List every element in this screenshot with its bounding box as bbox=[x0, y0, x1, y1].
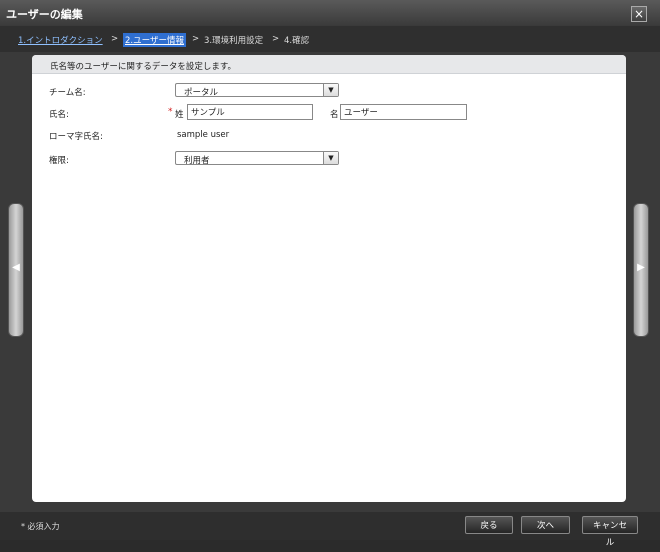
step-confirm: 4.確認 bbox=[284, 36, 310, 46]
arrow-right-icon: ▶ bbox=[637, 262, 645, 273]
title-bar: ユーザーの編集 × bbox=[0, 0, 660, 26]
form-description-bar: 氏名等のユーザーに関するデータを設定します。 bbox=[32, 55, 626, 74]
arrow-left-icon: ◀ bbox=[12, 262, 20, 273]
team-select[interactable]: ポータル ▼ bbox=[175, 83, 339, 98]
wizard-steps: 1.イントロダクション > 2.ユーザー情報 > 3.環境利用設定 > 4.確認 bbox=[0, 26, 660, 52]
back-button[interactable]: 戻る bbox=[465, 516, 513, 534]
permission-select-value: 利用者 bbox=[184, 156, 210, 166]
step-separator: > bbox=[272, 34, 280, 44]
romaji-name-label: ローマ字氏名: bbox=[49, 132, 103, 142]
first-name-label: 名 bbox=[330, 110, 339, 120]
next-page-button[interactable]: ▶ bbox=[633, 203, 649, 337]
dialog-title: ユーザーの編集 bbox=[6, 8, 83, 21]
chevron-down-icon: ▼ bbox=[323, 152, 338, 164]
step-environment-settings: 3.環境利用設定 bbox=[204, 36, 264, 46]
step-separator: > bbox=[111, 34, 119, 44]
chevron-down-icon: ▼ bbox=[323, 84, 338, 96]
form-panel bbox=[32, 55, 626, 502]
step-separator: > bbox=[192, 34, 200, 44]
step-user-info[interactable]: 2.ユーザー情報 bbox=[123, 33, 186, 47]
last-name-field[interactable] bbox=[187, 104, 313, 120]
required-note: * 必須入力 bbox=[21, 522, 60, 531]
romaji-name-value: sample user bbox=[177, 130, 230, 140]
step-introduction[interactable]: 1.イントロダクション bbox=[18, 34, 103, 46]
team-select-value: ポータル bbox=[184, 88, 219, 98]
first-name-field[interactable] bbox=[340, 104, 467, 120]
previous-page-button[interactable]: ◀ bbox=[8, 203, 24, 337]
permission-label: 権限: bbox=[49, 156, 69, 166]
form-description: 氏名等のユーザーに関するデータを設定します。 bbox=[50, 62, 236, 72]
close-button[interactable]: × bbox=[631, 6, 647, 22]
required-mark: * bbox=[168, 107, 173, 117]
permission-select[interactable]: 利用者 ▼ bbox=[175, 151, 339, 166]
team-label: チーム名: bbox=[49, 88, 86, 98]
next-button[interactable]: 次へ bbox=[521, 516, 570, 534]
last-name-label: 姓 bbox=[175, 110, 184, 120]
name-label: 氏名: bbox=[49, 110, 69, 120]
cancel-button[interactable]: キャンセル bbox=[582, 516, 638, 548]
